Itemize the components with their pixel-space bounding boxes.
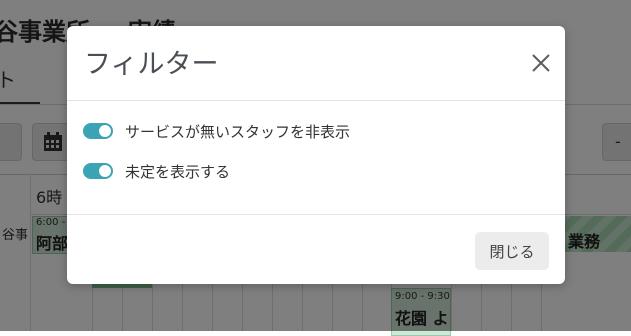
toggle-switch[interactable]	[83, 123, 113, 139]
dialog-header: フィルター	[67, 26, 565, 101]
toggle-knob	[99, 165, 111, 177]
close-icon[interactable]	[529, 51, 553, 75]
toggle-switch[interactable]	[83, 163, 113, 179]
dialog-footer: 閉じる	[67, 214, 565, 285]
toggle-label: サービスが無いスタッフを非表示	[125, 123, 351, 141]
toggle-label: 未定を表示する	[125, 163, 231, 181]
close-button[interactable]: 閉じる	[475, 232, 549, 270]
toggle-knob	[99, 125, 111, 137]
dialog-title: フィルター	[84, 49, 219, 80]
filter-dialog: フィルター サービスが無いスタッフを非表示 未定を表示する 閉じる	[67, 26, 565, 284]
